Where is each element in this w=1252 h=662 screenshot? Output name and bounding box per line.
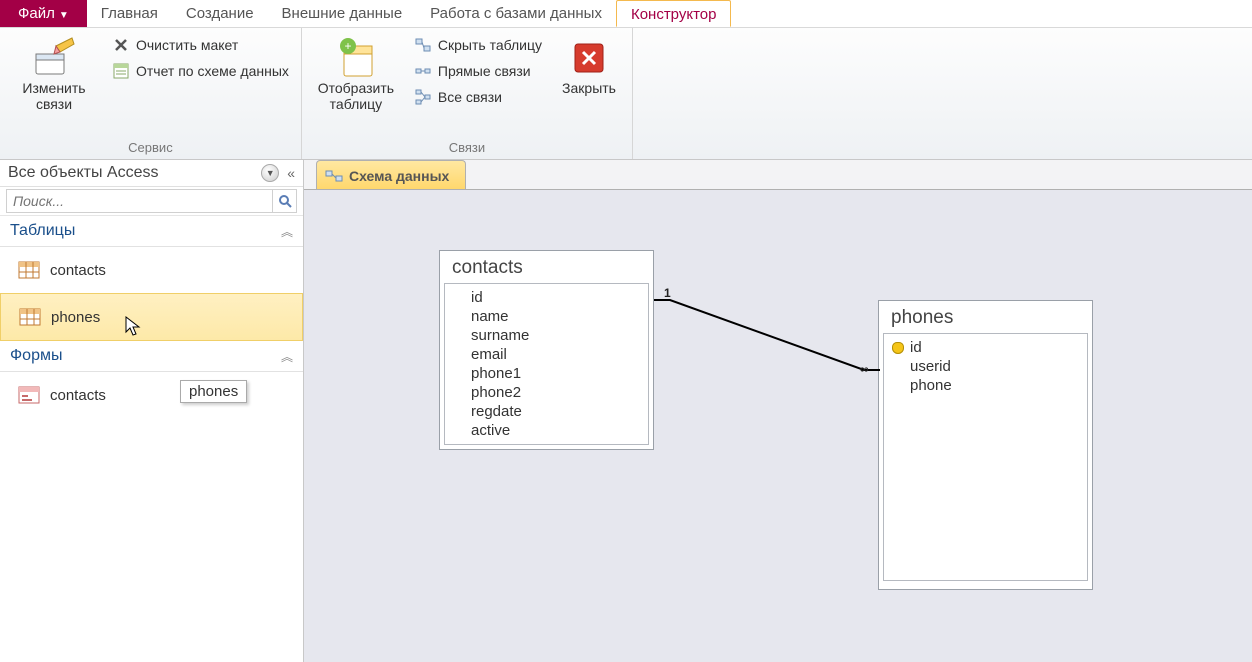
chevron-up-icon: ︽ <box>281 223 293 240</box>
table-icon <box>19 308 41 326</box>
nav-dropdown-icon[interactable]: ▼ <box>261 164 279 182</box>
show-table-label: Отобразить таблицу <box>312 80 400 112</box>
hide-table-icon <box>414 36 432 54</box>
direct-relationships-button[interactable]: Прямые связи <box>410 60 546 82</box>
svg-text:+: + <box>344 39 351 53</box>
clear-icon <box>112 36 130 54</box>
direct-rel-icon <box>414 62 432 80</box>
tab-home[interactable]: Главная <box>87 0 172 27</box>
all-relationships-button[interactable]: Все связи <box>410 86 546 108</box>
cardinality-many: ∞ <box>860 362 869 376</box>
nav-header[interactable]: Все объекты Access ▼ « <box>0 160 303 187</box>
tooltip: phones <box>180 380 247 403</box>
cursor-icon <box>125 316 143 338</box>
document-tab-label: Схема данных <box>349 168 449 184</box>
show-table-button[interactable]: + Отобразить таблицу <box>310 32 402 116</box>
field[interactable]: userid <box>886 357 1085 376</box>
nav-table-phones[interactable]: phones <box>0 293 303 341</box>
hide-table-button[interactable]: Скрыть таблицу <box>410 34 546 56</box>
diagram-table-phones-title: phones <box>879 301 1092 333</box>
diagram-table-contacts-title: contacts <box>440 251 653 283</box>
field[interactable]: name <box>447 307 646 326</box>
relationship-report-label: Отчет по схеме данных <box>136 63 289 79</box>
diagram-table-phones-body: id userid phone <box>883 333 1088 581</box>
field[interactable]: phone1 <box>447 364 646 383</box>
chevron-up-icon: ︽ <box>281 348 293 365</box>
relationships-canvas[interactable]: contacts id name surname email phone1 ph… <box>304 189 1252 662</box>
tab-create[interactable]: Создание <box>172 0 268 27</box>
relationship-report-button[interactable]: Отчет по схеме данных <box>108 60 293 82</box>
ribbon-group-service: Изменить связи Очистить макет Отчет по с… <box>0 28 302 159</box>
group-service-label: Сервис <box>8 140 293 159</box>
nav-search-row <box>0 187 303 216</box>
field-key[interactable]: id <box>886 338 1085 357</box>
ribbon-group-relationships: + Отобразить таблицу Скрыть таблицу Прям… <box>302 28 633 159</box>
search-input[interactable] <box>6 189 273 213</box>
document-tab[interactable]: Схема данных <box>316 160 466 190</box>
category-forms-label: Формы <box>10 347 62 365</box>
field[interactable]: active <box>447 421 646 440</box>
cardinality-one: 1 <box>664 286 671 300</box>
nav-form-contacts[interactable]: contacts phones <box>0 372 303 418</box>
close-icon <box>567 36 611 80</box>
hide-table-label: Скрыть таблицу <box>438 37 542 53</box>
nav-table-contacts[interactable]: contacts <box>0 247 303 293</box>
clear-layout-button[interactable]: Очистить макет <box>108 34 293 56</box>
edit-relationships-icon <box>32 36 76 80</box>
edit-relationships-label: Изменить связи <box>10 80 98 112</box>
group-relationships-label: Связи <box>310 140 624 159</box>
nav-table-contacts-label: contacts <box>50 262 106 279</box>
diagram-table-phones[interactable]: phones id userid phone <box>878 300 1093 590</box>
diagram-table-contacts[interactable]: contacts id name surname email phone1 ph… <box>439 250 654 450</box>
nav-table-phones-label: phones <box>51 309 100 326</box>
field[interactable]: email <box>447 345 646 364</box>
ribbon: Изменить связи Очистить макет Отчет по с… <box>0 28 1252 160</box>
field[interactable]: id <box>447 288 646 307</box>
search-icon[interactable] <box>273 189 297 213</box>
report-icon <box>112 62 130 80</box>
form-icon <box>18 386 40 404</box>
field[interactable]: regdate <box>447 402 646 421</box>
nav-title: Все объекты Access <box>8 164 158 182</box>
all-rel-icon <box>414 88 432 106</box>
field[interactable]: surname <box>447 326 646 345</box>
table-icon <box>18 261 40 279</box>
tab-file-label: Файл <box>18 5 55 22</box>
all-rel-label: Все связи <box>438 89 502 105</box>
tab-external-data[interactable]: Внешние данные <box>268 0 417 27</box>
main-area: Все объекты Access ▼ « Таблицы ︽ contact… <box>0 160 1252 662</box>
clear-layout-label: Очистить макет <box>136 37 238 53</box>
field[interactable]: phone2 <box>447 383 646 402</box>
ribbon-tabs: Файл ▼ Главная Создание Внешние данные Ра… <box>0 0 1252 28</box>
category-tables-label: Таблицы <box>10 222 75 240</box>
field[interactable]: phone <box>886 376 1085 395</box>
close-label: Закрыть <box>562 80 616 96</box>
direct-rel-label: Прямые связи <box>438 63 531 79</box>
diagram-table-contacts-body: id name surname email phone1 phone2 regd… <box>444 283 649 445</box>
close-button[interactable]: Закрыть <box>554 32 624 100</box>
tab-designer[interactable]: Конструктор <box>616 0 732 27</box>
tab-file[interactable]: Файл ▼ <box>0 0 87 27</box>
chevron-down-icon: ▼ <box>59 10 69 21</box>
show-table-icon: + <box>334 36 378 80</box>
edit-relationships-button[interactable]: Изменить связи <box>8 32 100 116</box>
navigation-pane: Все объекты Access ▼ « Таблицы ︽ contact… <box>0 160 304 662</box>
relationships-canvas-wrap: Схема данных contacts id name surname em… <box>304 160 1252 662</box>
tab-db-tools[interactable]: Работа с базами данных <box>416 0 616 27</box>
nav-collapse-icon[interactable]: « <box>287 165 295 181</box>
relationships-icon <box>325 167 343 185</box>
category-forms[interactable]: Формы ︽ <box>0 341 303 372</box>
nav-form-contacts-label: contacts <box>50 387 106 404</box>
category-tables[interactable]: Таблицы ︽ <box>0 216 303 247</box>
relationship-line[interactable] <box>654 290 880 380</box>
